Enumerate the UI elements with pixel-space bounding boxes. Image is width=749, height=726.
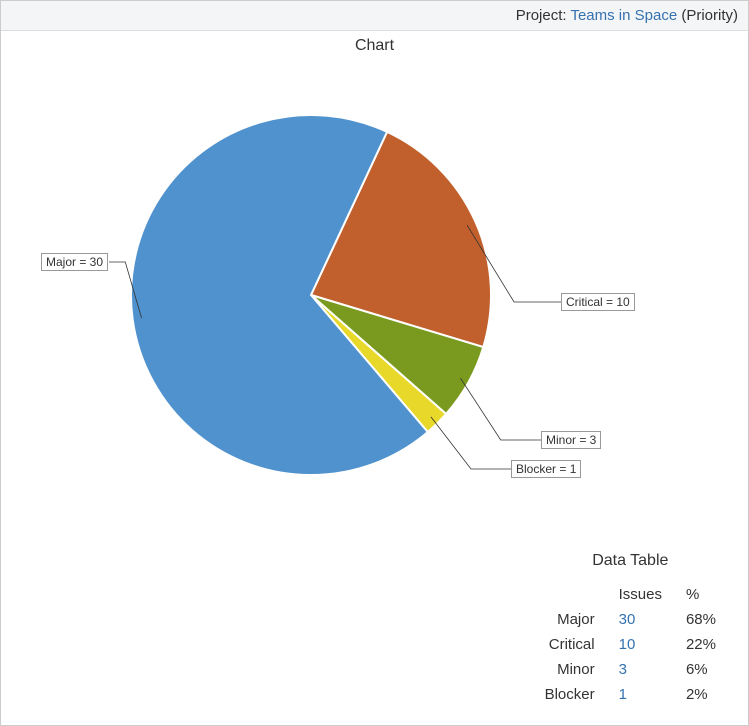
header-bar: Project: Teams in Space (Priority) <box>1 1 748 31</box>
row-percent: 22% <box>674 632 728 657</box>
slice-label-blocker: Blocker = 1 <box>511 460 581 478</box>
col-percent: % <box>674 582 728 607</box>
row-label: Blocker <box>533 682 607 707</box>
table-row: Critical1022% <box>533 632 728 657</box>
slice-label-critical: Critical = 10 <box>561 293 635 311</box>
row-percent: 2% <box>674 682 728 707</box>
leader-line <box>460 378 541 440</box>
row-label: Major <box>533 607 607 632</box>
row-count[interactable]: 10 <box>607 632 674 657</box>
row-percent: 68% <box>674 607 728 632</box>
row-label: Critical <box>533 632 607 657</box>
col-issues: Issues <box>607 582 674 607</box>
table-row: Minor36% <box>533 657 728 682</box>
project-suffix: (Priority) <box>677 7 738 24</box>
leader-line <box>431 417 511 469</box>
data-table-section: Data Table Issues % Major3068%Critical10… <box>533 552 728 707</box>
row-count[interactable]: 1 <box>607 682 674 707</box>
row-percent: 6% <box>674 657 728 682</box>
pie-chart: Major = 30 Critical = 10 Minor = 3 Block… <box>1 55 748 495</box>
row-count[interactable]: 30 <box>607 607 674 632</box>
chart-title: Chart <box>1 31 748 55</box>
slice-label-minor: Minor = 3 <box>541 431 601 449</box>
project-prefix: Project: <box>516 7 571 24</box>
table-row: Major3068% <box>533 607 728 632</box>
data-table: Issues % Major3068%Critical1022%Minor36%… <box>533 582 728 707</box>
slice-label-major: Major = 30 <box>41 253 108 271</box>
table-row: Blocker12% <box>533 682 728 707</box>
data-table-title: Data Table <box>533 552 728 570</box>
project-link[interactable]: Teams in Space <box>570 7 677 24</box>
row-count[interactable]: 3 <box>607 657 674 682</box>
row-label: Minor <box>533 657 607 682</box>
pie-svg <box>1 55 749 495</box>
